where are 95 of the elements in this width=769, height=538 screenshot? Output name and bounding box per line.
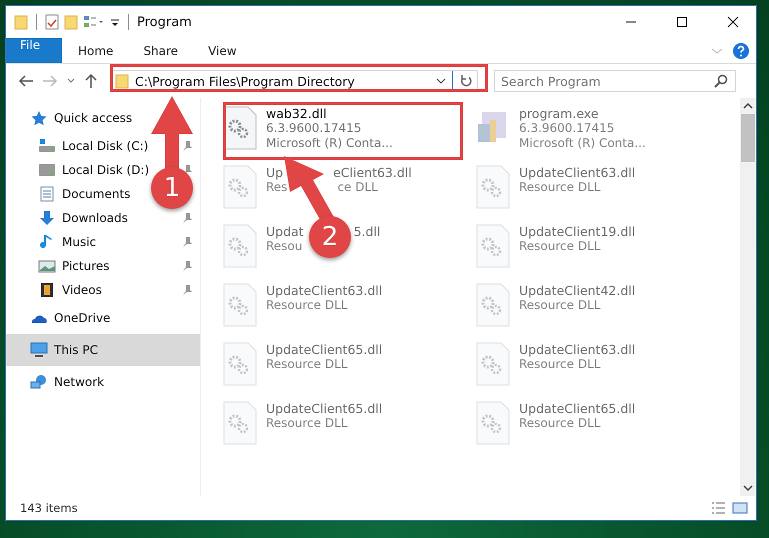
ribbon-tab[interactable]: Share <box>129 38 192 63</box>
scroll-down-icon[interactable] <box>743 484 753 492</box>
sidebar-label: OneDrive <box>54 311 110 325</box>
sidebar-label: Quick access <box>54 111 132 125</box>
sidebar-item[interactable]: This PC <box>6 334 200 366</box>
star-icon <box>30 110 48 126</box>
sidebar-label: Network <box>54 375 104 389</box>
back-arrow-icon[interactable] <box>18 74 34 88</box>
document-icon <box>38 186 56 202</box>
monitor-icon <box>30 342 48 358</box>
file-name: UpdateClient63.dll <box>519 342 636 357</box>
file-detail: Resource DLL <box>266 416 348 431</box>
file-name: UpdateClient65.dll <box>519 401 636 416</box>
file-name: program.exe <box>519 106 599 121</box>
system-drive-icon <box>38 138 56 154</box>
scroll-up-icon[interactable] <box>743 102 753 110</box>
settings-file-icon <box>476 224 510 268</box>
ribbon-tab[interactable]: Home <box>64 38 128 63</box>
file-detail: Res <box>266 180 288 195</box>
sidebar-item[interactable]: Videos <box>62 283 102 297</box>
file-description: Microsoft (R) Conta... <box>266 136 393 151</box>
file-name: UpdateClient19.dll <box>519 224 636 239</box>
refresh-icon[interactable] <box>459 74 473 88</box>
settings-file-icon <box>476 342 510 386</box>
settings-file-icon <box>476 283 510 327</box>
file-name: UpdateClient65.dll <box>266 401 382 416</box>
pin-icon[interactable] <box>182 236 192 248</box>
file-name: wab32.dll <box>266 106 327 121</box>
file-name: UpdateClient63.dll <box>266 283 382 298</box>
film-icon <box>38 282 56 298</box>
pin-icon[interactable] <box>182 284 192 296</box>
file-name: UpdateClient42.dll <box>519 283 636 298</box>
file-detail: 6.3.9600.17415 <box>519 121 614 136</box>
settings-file-icon <box>223 342 257 386</box>
ribbon-tab[interactable]: View <box>194 38 251 63</box>
scroll-thumb[interactable] <box>741 114 755 162</box>
sidebar-item[interactable]: Music <box>62 235 96 249</box>
settings-file-icon <box>223 401 257 445</box>
address-bar[interactable]: C:\Program Files\Program Directory <box>110 70 478 92</box>
file-name: Updat <box>266 224 304 239</box>
file-detail: Resource DLL <box>266 298 348 313</box>
sidebar-item[interactable]: Downloads <box>62 211 128 225</box>
file-name: UpdateClient63.dll <box>519 165 636 180</box>
settings-file-icon <box>223 165 257 209</box>
file-menu-button[interactable]: File <box>6 38 62 63</box>
file-detail: Resource DLL <box>519 239 600 254</box>
dropdown-icon[interactable] <box>436 76 446 86</box>
file-detail: Resource DLL <box>519 416 600 431</box>
help-icon[interactable] <box>732 42 750 60</box>
pin-icon[interactable] <box>182 260 192 272</box>
sidebar-item[interactable]: OneDrive <box>6 302 200 334</box>
file-name: Up <box>266 165 284 180</box>
settings-file-icon <box>223 224 257 268</box>
pin-icon[interactable] <box>182 140 192 152</box>
file-name: UpdateClient65.dll <box>266 342 382 357</box>
folder-icon <box>115 73 129 89</box>
settings-file-icon <box>223 283 257 327</box>
details-view-icon[interactable] <box>710 501 726 515</box>
address-path: C:\Program Files\Program Directory <box>135 74 355 88</box>
item-count: 143 items <box>20 501 78 515</box>
large-icons-view-icon[interactable] <box>732 501 748 515</box>
sidebar-item[interactable]: Local Disk (D:) <box>62 163 150 177</box>
file-detail: Resource DLL <box>519 298 600 313</box>
sidebar-item[interactable]: Network <box>6 366 200 398</box>
pictures-icon <box>38 258 56 274</box>
settings-file-icon <box>476 401 510 445</box>
pin-icon[interactable] <box>182 212 192 224</box>
properties-icon[interactable] <box>45 14 59 30</box>
file-detail: ce DLL <box>337 180 378 195</box>
file-detail: Resource DLL <box>519 180 600 195</box>
file-detail: Resou <box>266 239 302 254</box>
sidebar-item[interactable]: Local Disk (C:) <box>62 139 148 153</box>
window-title: Program <box>137 14 192 30</box>
file-name: 5.dll <box>354 224 380 239</box>
network-icon <box>30 374 48 390</box>
sidebar-label: This PC <box>54 343 98 357</box>
up-arrow-icon[interactable] <box>84 73 98 89</box>
search-field[interactable]: Search Program <box>494 70 736 92</box>
file-detail: 6.3.9600.17415 <box>266 121 362 136</box>
search-icon[interactable] <box>714 74 728 88</box>
maximize-icon <box>676 16 688 28</box>
settings-file-icon <box>476 165 510 209</box>
sidebar-item[interactable]: Pictures <box>62 259 110 273</box>
drive-icon <box>38 162 56 178</box>
file-description: Microsoft (R) Conta... <box>519 136 646 151</box>
close-icon <box>727 16 739 28</box>
sidebar-item[interactable]: Documents <box>62 187 130 201</box>
scrollbar[interactable] <box>740 98 756 496</box>
download-icon <box>38 210 56 226</box>
file-detail: Resource DLL <box>266 357 348 372</box>
sidebar-item[interactable]: Quick access <box>6 102 200 134</box>
view-options-icon[interactable] <box>83 14 105 30</box>
file-name: eClient63.dll <box>333 165 412 180</box>
settings-file-icon <box>223 106 257 150</box>
file-detail: Resource DLL <box>519 357 600 372</box>
